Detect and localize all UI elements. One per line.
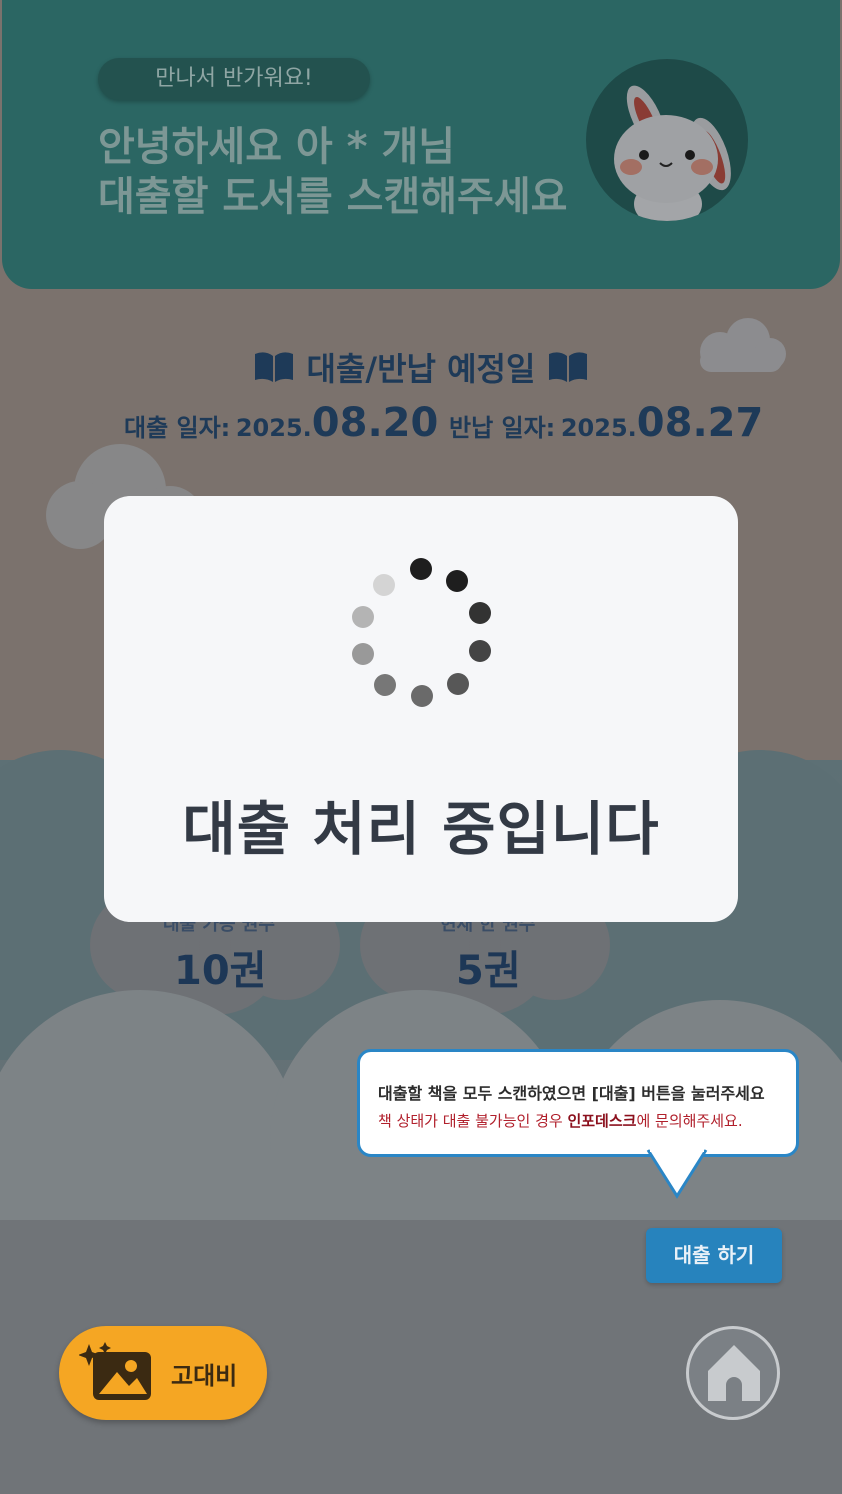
loading-message: 대출 처리 중입니다 xyxy=(182,795,660,863)
loading-spinner-icon xyxy=(352,558,491,707)
loading-modal: 대출 처리 중입니다 xyxy=(104,496,738,922)
